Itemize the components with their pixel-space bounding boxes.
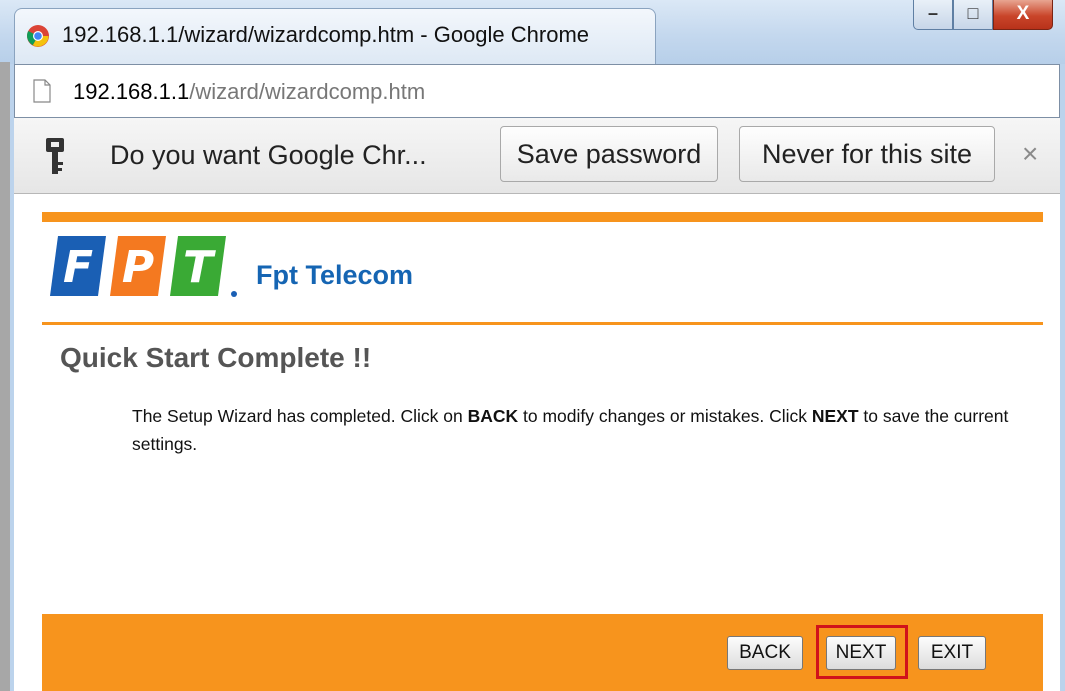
save-password-button[interactable]: Save password xyxy=(500,126,718,182)
wizard-footer: BACK NEXT EXIT xyxy=(42,614,1043,691)
page-title: Quick Start Complete !! xyxy=(60,342,372,373)
title-bar[interactable]: 192.168.1.1/wizard/wizardcomp.htm - Goog… xyxy=(0,0,1065,65)
window-controls: – □ X xyxy=(913,0,1053,32)
url-host: 192.168.1.1 xyxy=(73,79,190,104)
window-title: 192.168.1.1/wizard/wizardcomp.htm - Goog… xyxy=(62,22,590,47)
exit-button[interactable]: EXIT xyxy=(918,636,986,670)
desc-part1: The Setup Wizard has completed. Click on xyxy=(132,406,468,426)
left-edge-strip xyxy=(0,62,10,691)
next-button[interactable]: NEXT xyxy=(826,636,896,670)
infobar-close-icon[interactable]: × xyxy=(1022,138,1038,170)
key-icon xyxy=(46,138,64,174)
orange-divider-top xyxy=(42,212,1043,222)
close-window-button[interactable]: X xyxy=(993,0,1053,30)
infobar-message: Do you want Google Chr... xyxy=(110,140,427,170)
close-icon: X xyxy=(1016,3,1030,24)
desc-part2: to modify changes or mistakes. Click xyxy=(518,406,812,426)
back-button[interactable]: BACK xyxy=(727,636,803,670)
orange-divider-bottom xyxy=(42,322,1043,325)
logo-letter-f: F xyxy=(63,242,93,293)
brand-name: Fpt Telecom xyxy=(256,260,414,290)
maximize-icon: □ xyxy=(967,3,979,23)
password-infobar: Do you want Google Chr... Save password … xyxy=(14,118,1060,194)
logo-letter-t: T xyxy=(183,242,216,293)
url-text[interactable]: 192.168.1.1/wizard/wizardcomp.htm xyxy=(73,79,425,105)
logo-letter-p: P xyxy=(122,242,154,293)
never-for-this-site-button[interactable]: Never for this site xyxy=(739,126,995,182)
minimize-icon: – xyxy=(927,3,938,23)
wizard-description: The Setup Wizard has completed. Click on… xyxy=(132,402,1022,458)
url-path: /wizard/wizardcomp.htm xyxy=(189,79,426,104)
chrome-icon xyxy=(27,25,49,47)
desc-next-word: NEXT xyxy=(811,406,859,426)
address-bar[interactable]: 192.168.1.1/wizard/wizardcomp.htm xyxy=(14,64,1060,118)
browser-window: 192.168.1.1/wizard/wizardcomp.htm - Goog… xyxy=(0,0,1065,691)
minimize-button[interactable]: – xyxy=(913,0,953,30)
page-content: F P T Fpt Telecom Quick Start Complete !… xyxy=(14,194,1060,691)
page-icon xyxy=(33,79,51,103)
desc-back-word: BACK xyxy=(467,406,519,426)
fpt-logo: F P T xyxy=(50,236,237,297)
maximize-button[interactable]: □ xyxy=(953,0,993,30)
